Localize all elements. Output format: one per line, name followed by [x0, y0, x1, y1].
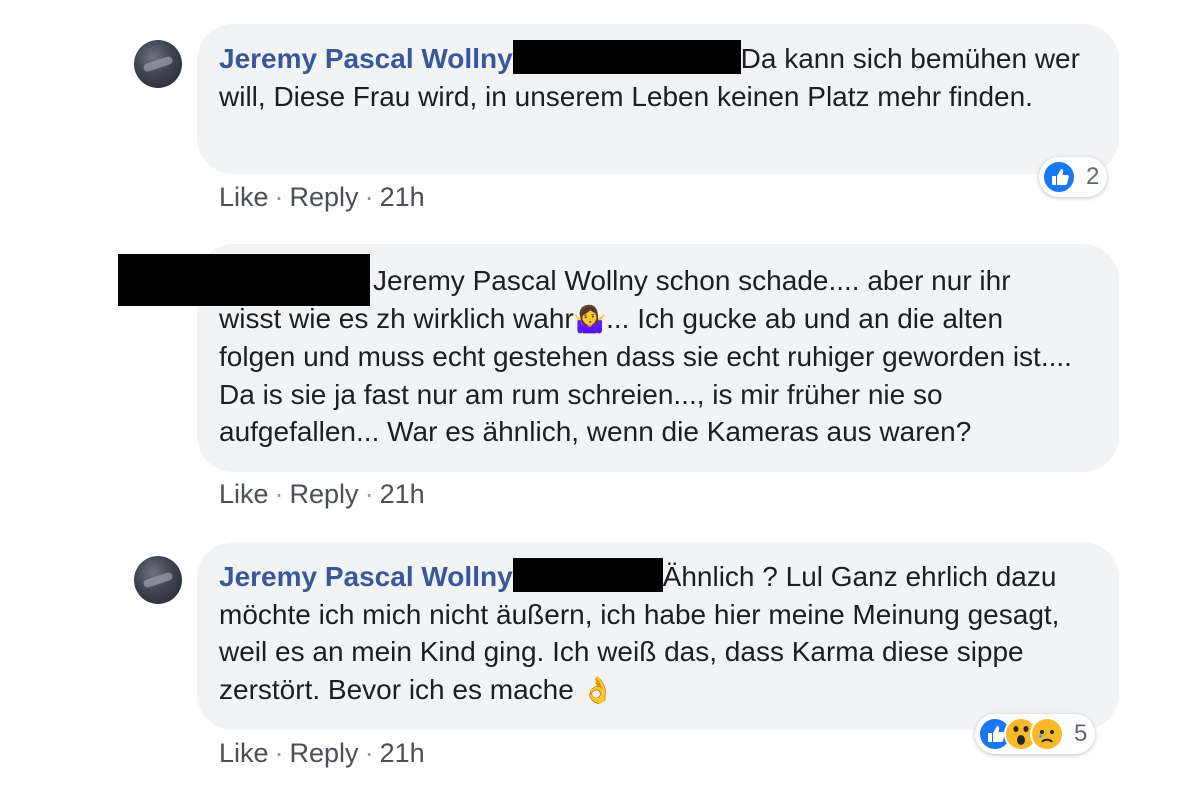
reaction-count: 2	[1086, 163, 1100, 190]
like-link[interactable]: Like	[219, 182, 269, 212]
avatar[interactable]	[134, 40, 182, 88]
timestamp[interactable]: 21h	[380, 479, 425, 509]
separator-dot: ·	[364, 738, 374, 768]
separator-dot: ·	[274, 182, 284, 212]
like-link[interactable]: Like	[219, 479, 269, 509]
comment-author[interactable]: Jeremy Pascal Wollny	[219, 561, 513, 592]
comment-text: ... Ich gucke ab und an die alten	[606, 302, 1004, 334]
sad-icon	[1030, 717, 1064, 751]
comment-actions: Like · Reply · 21h	[219, 477, 425, 511]
separator-dot: ·	[364, 182, 374, 212]
reaction-summary[interactable]: 5	[975, 714, 1096, 754]
reaction-count: 5	[1074, 720, 1088, 747]
comment-actions: Like · Reply · 21h	[219, 180, 425, 214]
timestamp[interactable]: 21h	[380, 738, 425, 768]
comment-actions: Like · Reply · 21h	[219, 736, 425, 770]
comment-text: Jeremy Pascal Wollny schon schade.... ab…	[373, 265, 1011, 296]
separator-dot: ·	[364, 479, 374, 509]
reaction-summary[interactable]: 2	[1039, 157, 1108, 197]
comment-bubble: Jeremy Pascal Wollny Da kann sich bemühen…	[197, 24, 1119, 174]
separator-dot: ·	[274, 479, 284, 509]
shrug-emoji: 🤷‍♀️	[573, 303, 607, 334]
avatar[interactable]	[134, 556, 182, 604]
timestamp[interactable]: 21h	[380, 182, 425, 212]
redacted-author	[118, 254, 370, 306]
like-link[interactable]: Like	[219, 738, 269, 768]
redacted-block	[512, 40, 741, 74]
reply-link[interactable]: Reply	[290, 479, 359, 509]
separator-dot: ·	[274, 738, 284, 768]
comment-bubble: Jeremy Pascal Wollny Ähnlich ? Lul Ganz e…	[197, 542, 1119, 730]
comment-author[interactable]: Jeremy Pascal Wollny	[219, 43, 513, 74]
comment-text: folgen und muss echt gestehen dass sie e…	[219, 341, 1072, 447]
like-icon	[1042, 160, 1076, 194]
ok-hand-emoji: 👌	[581, 674, 614, 705]
reply-link[interactable]: Reply	[290, 182, 359, 212]
reply-link[interactable]: Reply	[290, 738, 359, 768]
redacted-block	[512, 558, 663, 592]
comment-text: wisst wie es zh wirklich wahr	[219, 302, 574, 334]
